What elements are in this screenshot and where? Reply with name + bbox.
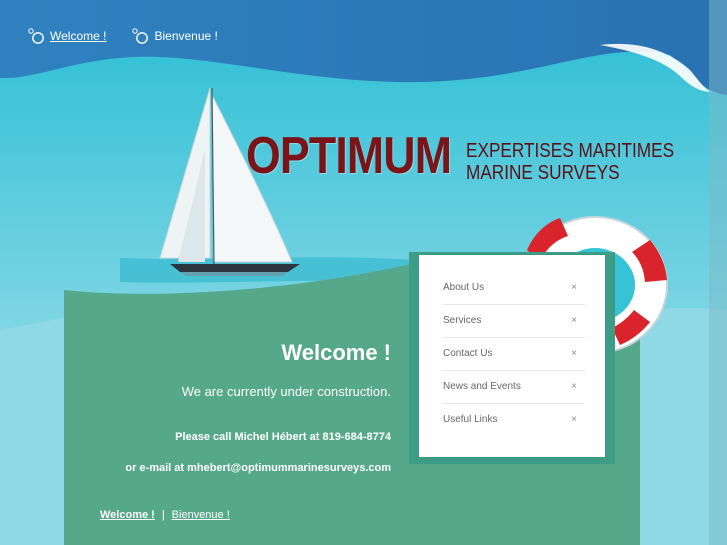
menu-item-label: Services xyxy=(443,315,482,326)
menu-item-about-us[interactable]: About Us × xyxy=(443,272,585,305)
menu-item-news-and-events[interactable]: News and Events × xyxy=(443,371,585,404)
menu-item-label: About Us xyxy=(443,282,485,293)
logo-name: OPTIMUM xyxy=(246,127,452,185)
footer-bienvenue-link[interactable]: Bienvenue ! xyxy=(172,509,230,521)
footer-links: Welcome ! | Bienvenue ! xyxy=(100,509,230,521)
bubble-icon xyxy=(28,28,44,44)
menu-item-label: Useful Links xyxy=(443,414,498,425)
email-contact: or e-mail at mhebert@optimummarinesurvey… xyxy=(125,462,391,474)
lang-bienvenue: Bienvenue ! xyxy=(132,28,218,44)
welcome-link[interactable]: Welcome ! xyxy=(50,29,106,43)
bubble-icon xyxy=(132,28,149,44)
logo-tagline: EXPERTISES MARITIMES MARINE SURVEYS xyxy=(466,140,674,184)
footer-welcome-link[interactable]: Welcome ! xyxy=(100,509,155,521)
page-title: Welcome ! xyxy=(281,340,391,365)
logo-line-2: MARINE SURVEYS xyxy=(466,162,620,184)
lang-welcome: Welcome ! xyxy=(28,28,106,44)
logo-line-1: EXPERTISES MARITIMES xyxy=(466,140,675,162)
footer-separator: | xyxy=(161,509,165,521)
page: Welcome ! Bienvenue ! OPTIMUM EXPERTISES… xyxy=(0,0,727,545)
menu-item-services[interactable]: Services × xyxy=(443,305,585,338)
menu-item-useful-links[interactable]: Useful Links × xyxy=(443,404,585,436)
close-icon: × xyxy=(571,348,577,359)
phone-contact: Please call Michel Hébert at 819-684-877… xyxy=(175,431,391,443)
close-icon: × xyxy=(571,381,577,392)
close-icon: × xyxy=(571,315,577,326)
menu-item-contact-us[interactable]: Contact Us × xyxy=(443,338,585,371)
construction-notice: We are currently under construction. xyxy=(181,384,391,399)
menu-item-label: News and Events xyxy=(443,381,521,392)
side-menu: About Us × Services × Contact Us × News and… xyxy=(419,255,605,457)
logo: OPTIMUM EXPERTISES MARITIMES MARINE SURV… xyxy=(246,127,674,185)
bienvenue-link[interactable]: Bienvenue ! xyxy=(154,29,217,43)
close-icon: × xyxy=(571,282,577,293)
close-icon: × xyxy=(571,414,577,425)
menu-item-label: Contact Us xyxy=(443,348,493,359)
language-bar: Welcome ! Bienvenue ! xyxy=(28,28,218,44)
